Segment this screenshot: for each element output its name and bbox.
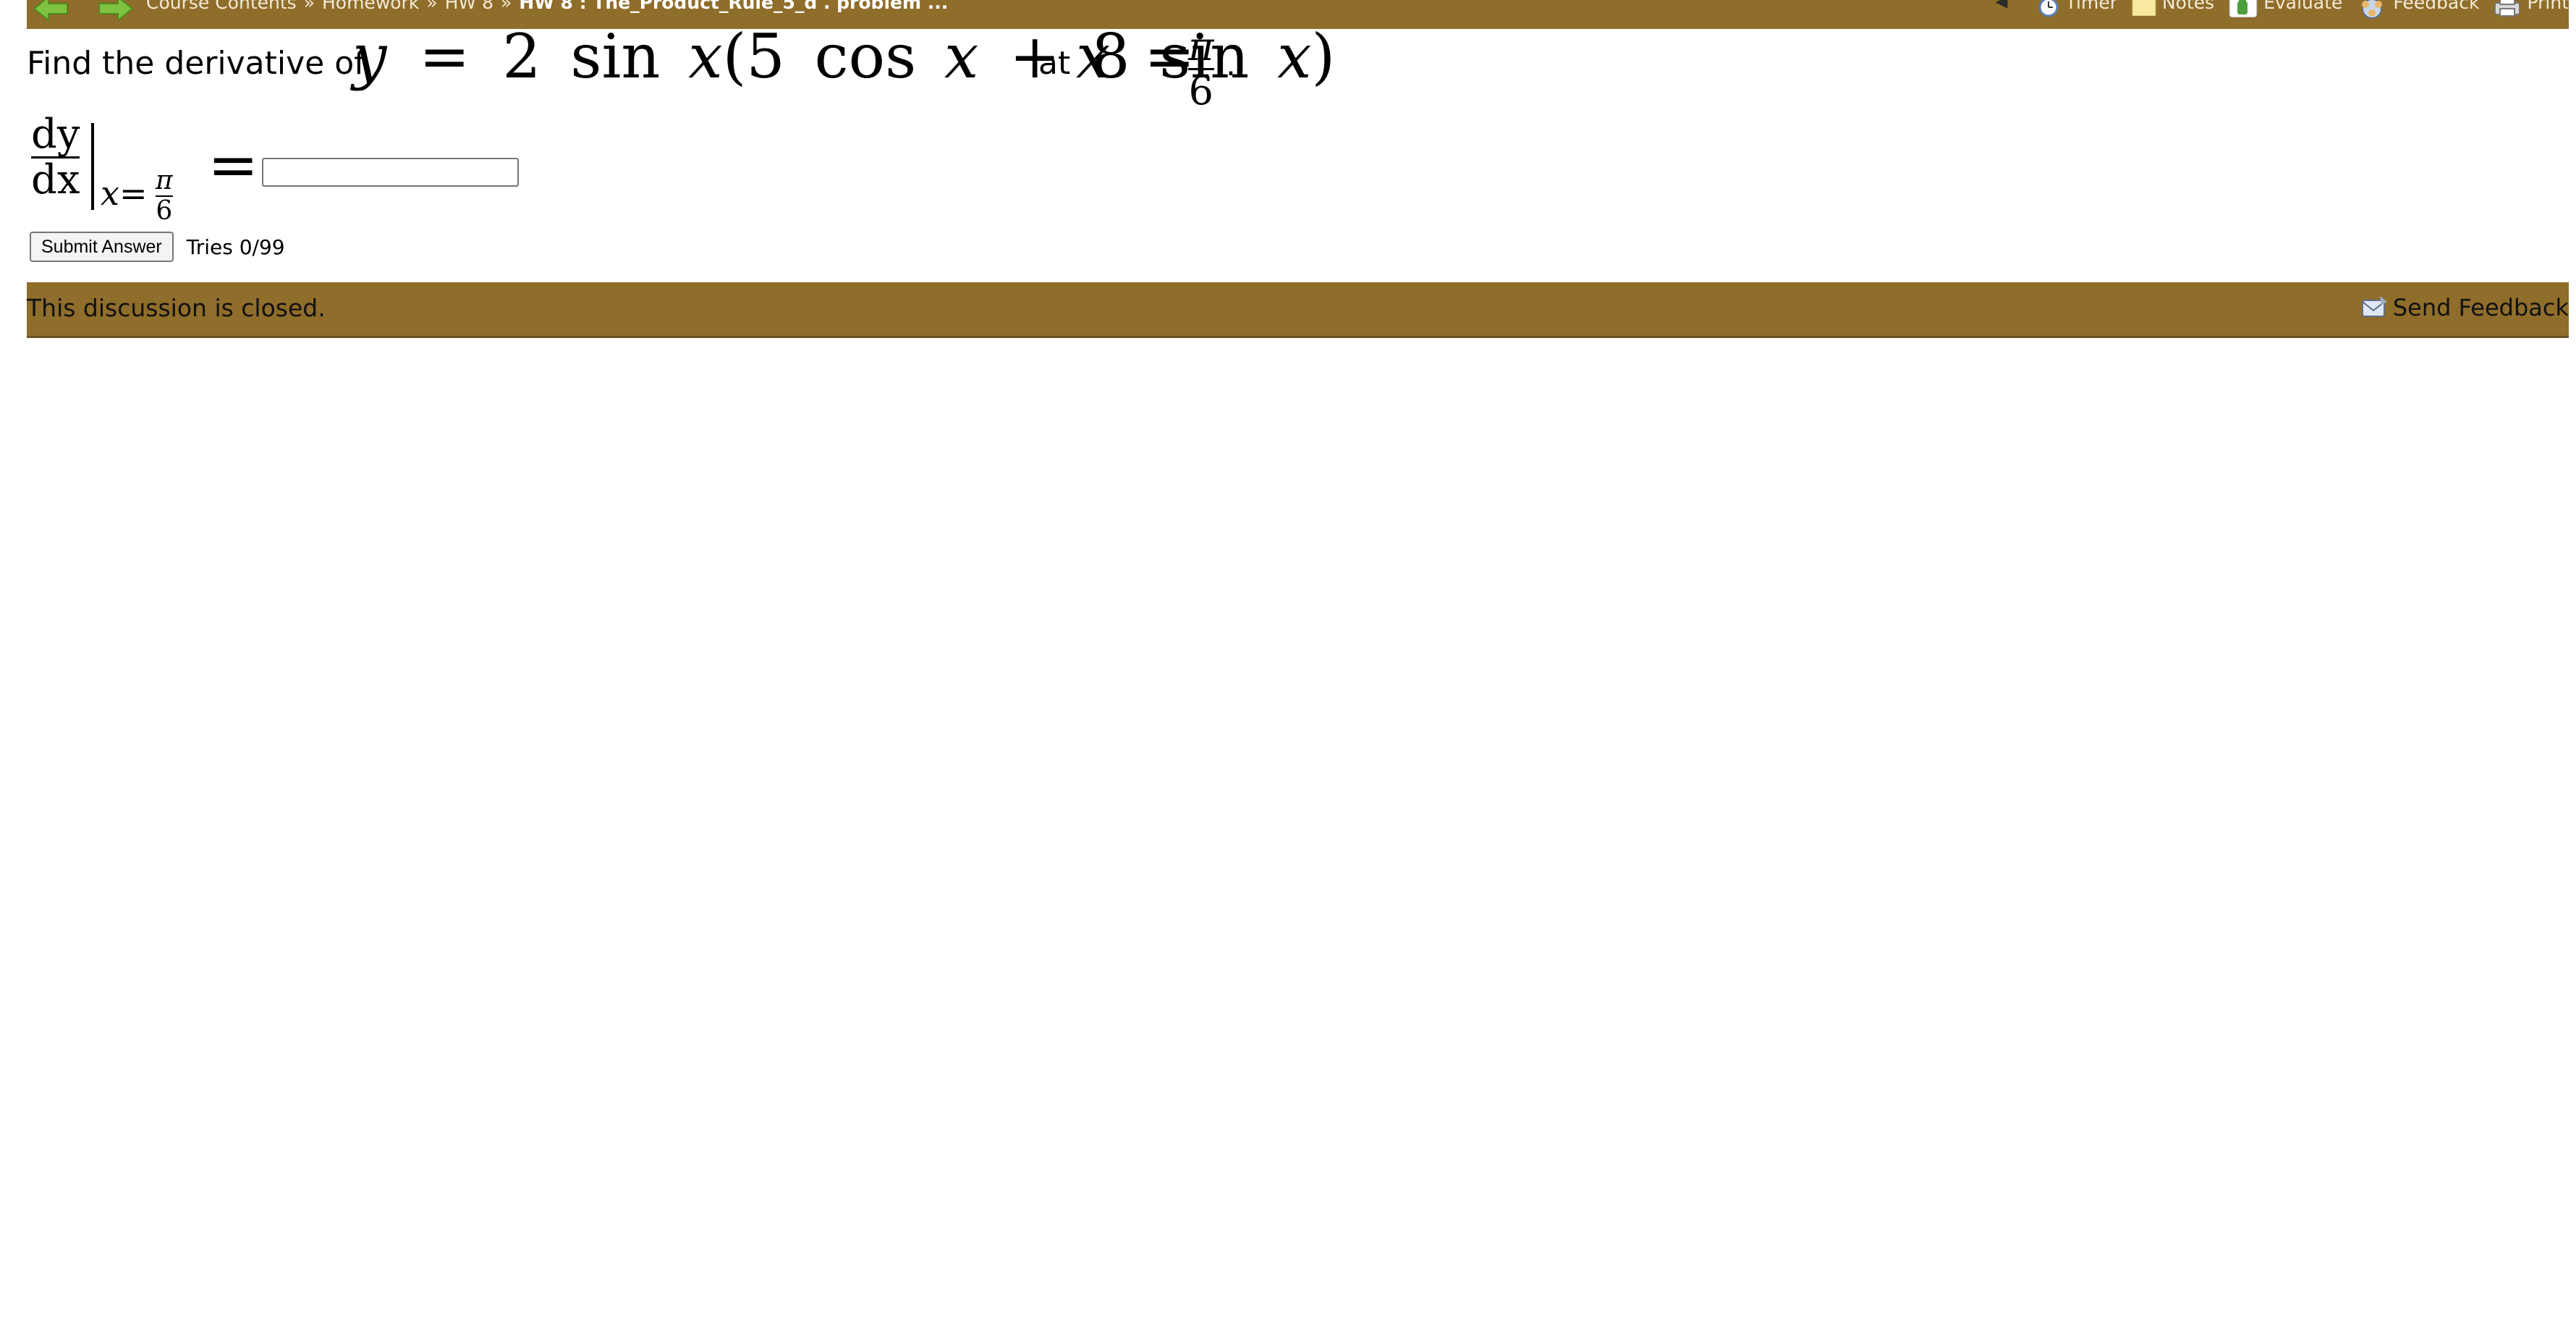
send-feedback-button[interactable]: Send Feedback bbox=[2360, 294, 2569, 321]
send-feedback-label: Send Feedback bbox=[2392, 294, 2569, 321]
print-icon bbox=[2494, 0, 2521, 17]
math-coef: 2 bbox=[502, 21, 541, 92]
timer-button[interactable]: Timer bbox=[2037, 0, 2117, 17]
breadcrumb-separator: » bbox=[426, 0, 438, 13]
feedback-button[interactable]: Feedback bbox=[2357, 0, 2479, 19]
tries-counter: Tries 0/99 bbox=[186, 235, 285, 259]
submit-row: Submit Answer Tries 0/99 bbox=[30, 232, 285, 262]
problem-period: . bbox=[1226, 46, 1236, 83]
math-x: x bbox=[688, 21, 723, 92]
derivative-dx: dx bbox=[31, 156, 80, 203]
send-feedback-icon bbox=[2361, 296, 2387, 317]
answer-equals: = bbox=[208, 130, 259, 200]
breadcrumb-separator: » bbox=[500, 0, 512, 13]
breadcrumb-hw8[interactable]: HW 8 bbox=[445, 0, 493, 13]
evaluation-subscript: x= bbox=[101, 177, 148, 210]
timer-label: Timer bbox=[2065, 0, 2117, 13]
print-button[interactable]: Print bbox=[2494, 0, 2569, 17]
math-equals: = bbox=[419, 21, 470, 92]
timer-icon bbox=[2038, 0, 2059, 17]
notes-button[interactable]: Notes bbox=[2132, 0, 2214, 16]
print-label: Print bbox=[2527, 0, 2569, 13]
feedback-icon bbox=[2362, 0, 2383, 19]
math-sin: sin bbox=[570, 21, 661, 92]
notes-icon bbox=[2132, 0, 2156, 16]
derivative-fraction: dy dx bbox=[31, 114, 80, 200]
breadcrumb-separator: » bbox=[303, 0, 315, 13]
problem-at: at bbox=[1038, 45, 1071, 82]
submit-answer-button[interactable]: Submit Answer bbox=[30, 232, 174, 262]
collapse-arrow-icon[interactable]: ◀ bbox=[1996, 0, 2008, 10]
breadcrumb-homework[interactable]: Homework bbox=[322, 0, 419, 13]
subscript-denominator: 6 bbox=[156, 196, 173, 226]
breadcrumb: Course Contents » Homework » HW 8 » HW 8 : The… bbox=[146, 0, 948, 12]
math-x: x bbox=[1277, 21, 1312, 92]
math-y: y bbox=[352, 21, 387, 92]
answer-input[interactable] bbox=[262, 158, 519, 187]
math-open-paren: ( bbox=[722, 21, 747, 92]
derivative-dy: dy bbox=[31, 111, 80, 158]
discussion-closed-text: This discussion is closed. bbox=[27, 294, 326, 322]
forward-arrow-icon[interactable] bbox=[95, 0, 135, 25]
math-c1: 5 bbox=[746, 21, 785, 92]
breadcrumb-course-contents[interactable]: Course Contents bbox=[146, 0, 297, 13]
point-fraction: π 6 bbox=[1188, 28, 1214, 111]
fraction-denominator: 6 bbox=[1188, 68, 1213, 114]
toolbar: ◀ Timer Notes Evaluate Feedback Print bbox=[1996, 0, 2569, 20]
discussion-bar: This discussion is closed. Send Feedback bbox=[27, 282, 2569, 338]
math-cos: cos bbox=[814, 21, 917, 92]
evaluate-button[interactable]: Evaluate bbox=[2229, 0, 2342, 17]
math-equals: = bbox=[119, 174, 148, 213]
problem-prefix: Find the derivative of bbox=[27, 45, 365, 82]
breadcrumb-current: HW 8 : The_Product_Rule_5_d . problem ..… bbox=[519, 0, 949, 13]
math-x: x bbox=[101, 174, 119, 213]
back-arrow-icon[interactable] bbox=[31, 0, 72, 25]
fraction-numerator: π bbox=[1188, 24, 1214, 69]
subscript-numerator: π bbox=[156, 166, 173, 195]
math-x: x bbox=[1076, 21, 1111, 92]
math-close-paren: ) bbox=[1311, 21, 1336, 92]
evaluate-label: Evaluate bbox=[2263, 0, 2343, 13]
feedback-label: Feedback bbox=[2393, 0, 2480, 13]
evaluation-bar bbox=[91, 123, 94, 210]
math-x: x bbox=[944, 21, 979, 92]
answer-row: dy dx x= π 6 = bbox=[27, 114, 606, 230]
subscript-fraction: π 6 bbox=[156, 168, 173, 224]
evaluate-icon bbox=[2229, 0, 2258, 17]
notes-label: Notes bbox=[2161, 0, 2215, 13]
